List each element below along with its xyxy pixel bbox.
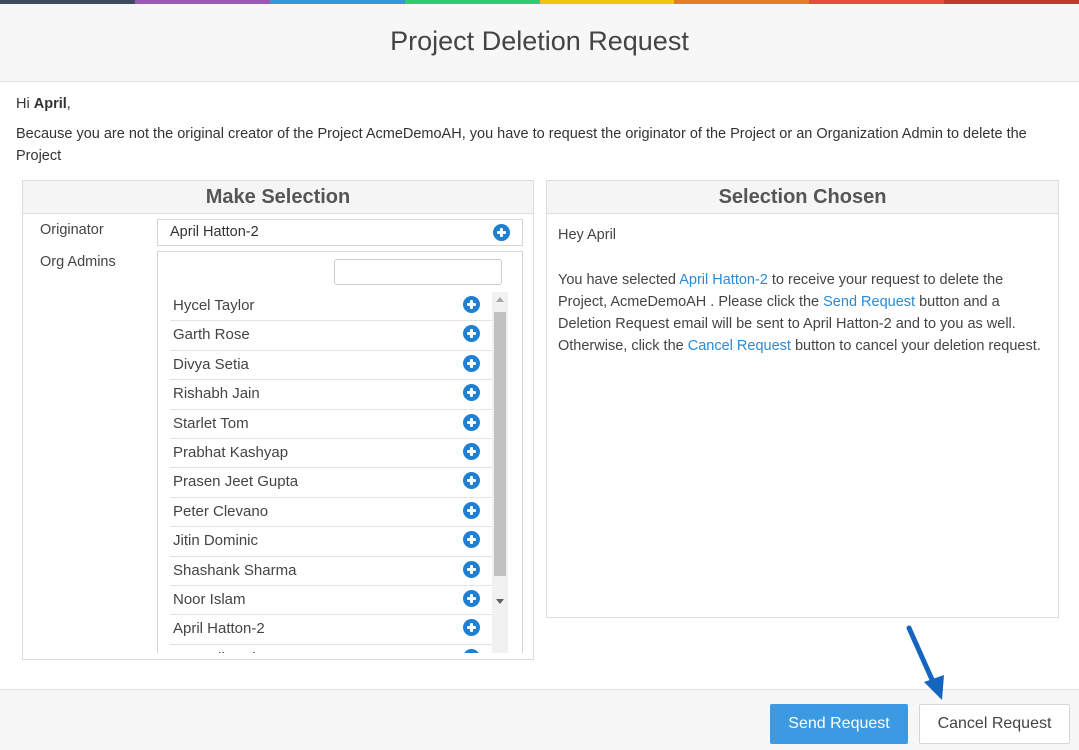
cancel-request-button[interactable]: Cancel Request [919,704,1070,744]
message-part-1: You have selected [558,272,680,288]
add-admin-icon[interactable] [463,442,480,460]
make-selection-panel: Make Selection Originator April Hatton-2… [22,180,534,660]
admin-list: Hycel Taylor Garth Rose Divya Setia Rishabh… [170,292,492,653]
admin-name: Garth Rose [173,326,250,344]
explanation-text: Because you are not the original creator… [16,126,1027,164]
org-admins-list-box: Hycel Taylor Garth Rose Divya Setia Rishabh… [157,251,523,653]
originator-field[interactable]: April Hatton-2 [157,219,523,246]
admin-list-item[interactable]: Peter Clevano [170,498,492,528]
admin-name: Anuradha Bh... [173,650,273,653]
salutation: Hey April [558,227,617,243]
admin-search-input[interactable] [334,259,502,285]
selected-name-link[interactable]: April Hatton-2 [679,272,768,288]
admin-name: Jitin Dominic [173,532,259,550]
scroll-up-arrow-icon[interactable] [496,297,504,302]
add-admin-icon[interactable] [463,560,480,578]
scroll-down-arrow-icon[interactable] [496,599,504,604]
add-admin-icon[interactable] [463,531,480,549]
make-selection-title: Make Selection [23,181,533,214]
dialog-header: Project Deletion Request [0,4,1079,82]
selection-chosen-title: Selection Chosen [547,181,1058,214]
admin-list-item[interactable]: Noor Islam [170,586,492,616]
admin-list-scrollbar[interactable] [492,292,508,653]
admin-list-item[interactable]: Rishabh Jain [170,380,492,410]
greeting-suffix: , [66,96,71,112]
add-admin-icon[interactable] [463,413,480,431]
add-admin-icon[interactable] [463,648,480,653]
add-admin-icon[interactable] [463,296,480,313]
admin-list-item[interactable]: Starlet Tom [170,410,492,439]
add-admin-icon[interactable] [463,501,480,519]
admin-name: Peter Clevano [173,502,269,520]
admin-list-item[interactable]: Jitin Dominic [170,527,492,557]
admin-list-item[interactable]: Shashank Sharma [170,557,492,586]
org-admins-label: Org Admins [40,254,116,270]
add-admin-icon[interactable] [463,325,480,343]
admin-name: Hycel Taylor [173,297,255,314]
greeting: Hi April, [16,96,71,112]
greeting-prefix: Hi [16,96,34,112]
selection-summary: Hey April You have selected April Hatton… [558,224,1048,357]
cancel-request-link[interactable]: Cancel Request [688,338,791,354]
selection-message: You have selected April Hatton-2 to rece… [558,269,1048,357]
message-part-4: button to cancel your deletion request. [790,338,1041,354]
admin-name: Noor Islam [173,590,246,608]
originator-value: April Hatton-2 [170,224,259,240]
admin-name: Divya Setia [173,355,249,373]
admin-name: Prasen Jeet Gupta [173,473,299,491]
admin-name: Shashank Sharma [173,561,297,579]
send-request-link[interactable]: Send Request [823,294,915,310]
admin-name: Prabhat Kashyap [173,443,289,461]
admin-list-item[interactable]: April Hatton-2 [170,615,492,645]
admin-name: April Hatton-2 [173,620,265,638]
add-admin-icon[interactable] [463,619,480,637]
originator-label: Originator [40,222,104,238]
admin-list-item[interactable]: Garth Rose [170,321,492,351]
add-admin-icon[interactable] [463,354,480,372]
admin-list-item[interactable]: Prasen Jeet Gupta [170,468,492,498]
admin-list-item[interactable]: Hycel Taylor [170,292,492,322]
admin-list-item[interactable]: Prabhat Kashyap [170,439,492,469]
add-admin-icon[interactable] [463,589,480,607]
admin-name: Rishabh Jain [173,385,260,403]
selection-chosen-panel: Selection Chosen Hey April You have sele… [546,180,1059,618]
admin-name: Starlet Tom [173,414,249,432]
admin-list-item[interactable]: Divya Setia [170,351,492,381]
admin-list-item[interactable]: Anuradha Bh... [170,645,492,653]
add-admin-icon[interactable] [463,472,480,490]
annotation-arrow-icon [906,625,944,700]
greeting-name: April [33,96,67,112]
add-admin-icon[interactable] [463,384,480,402]
scroll-thumb[interactable] [494,312,506,576]
dialog-title: Project Deletion Request [390,26,689,56]
add-originator-icon[interactable] [493,224,510,241]
send-request-button[interactable]: Send Request [770,704,908,744]
